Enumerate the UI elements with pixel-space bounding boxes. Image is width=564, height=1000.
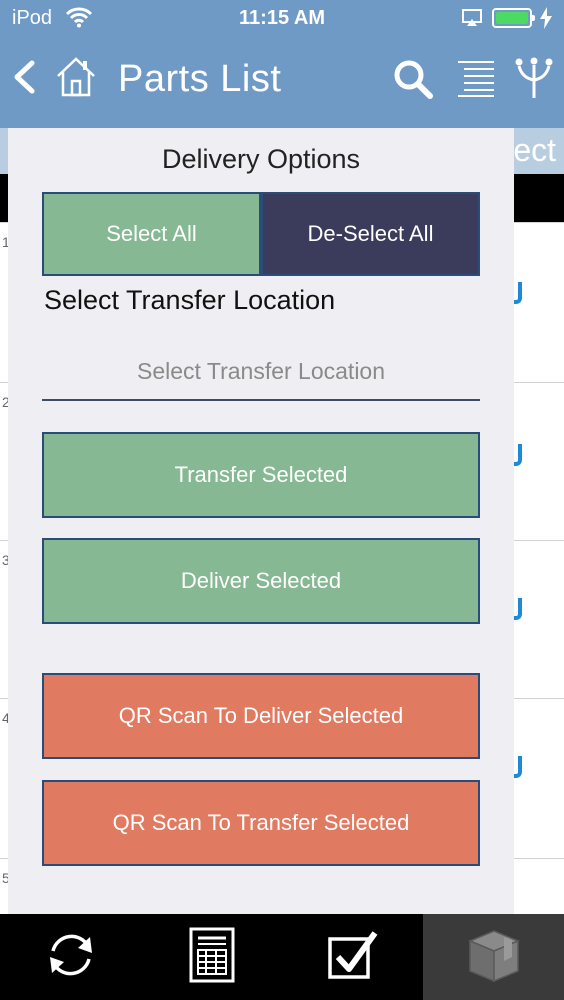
battery-icon: [492, 8, 535, 28]
form-icon: [188, 926, 236, 989]
list-header-text: ect: [513, 132, 556, 168]
transfer-location-input[interactable]: [42, 343, 480, 401]
tab-checklist[interactable]: [282, 914, 423, 1000]
qr-scan-deliver-button[interactable]: QR Scan To Deliver Selected: [42, 673, 480, 759]
tab-delivery[interactable]: [423, 914, 564, 1000]
checkmark-icon[interactable]: [514, 756, 522, 778]
checkbox-icon: [325, 927, 381, 988]
back-icon[interactable]: [12, 60, 36, 99]
deliver-selected-button[interactable]: Deliver Selected: [42, 538, 480, 624]
transfer-location-label: Select Transfer Location: [44, 285, 336, 315]
checkmark-icon[interactable]: [514, 444, 522, 466]
app-bar: iPod 11:15 AM Parts List: [0, 0, 564, 128]
tab-bar: [0, 914, 564, 1000]
page-title: Parts List: [118, 58, 282, 100]
dialog-title: Delivery Options: [161, 144, 361, 174]
charging-icon: [540, 7, 552, 34]
checkmark-icon[interactable]: [514, 282, 522, 304]
checkmark-icon[interactable]: [514, 598, 522, 620]
select-all-button[interactable]: Select All: [42, 192, 261, 276]
tab-refresh[interactable]: [0, 914, 141, 1000]
status-bar: iPod 11:15 AM: [0, 0, 564, 38]
package-icon: [466, 927, 522, 988]
airplay-icon: [462, 9, 482, 32]
qr-scan-transfer-button[interactable]: QR Scan To Transfer Selected: [42, 780, 480, 866]
deselect-all-button[interactable]: De-Select All: [261, 192, 480, 276]
transfer-selected-button[interactable]: Transfer Selected: [42, 432, 480, 518]
list-icon[interactable]: [456, 58, 496, 103]
search-icon[interactable]: [392, 58, 434, 105]
tab-form[interactable]: [141, 914, 282, 1000]
home-icon[interactable]: [56, 56, 96, 103]
refresh-icon: [43, 927, 99, 988]
hierarchy-icon[interactable]: [514, 56, 554, 105]
delivery-options-dialog: Delivery Options Select All De-Select Al…: [8, 128, 514, 914]
